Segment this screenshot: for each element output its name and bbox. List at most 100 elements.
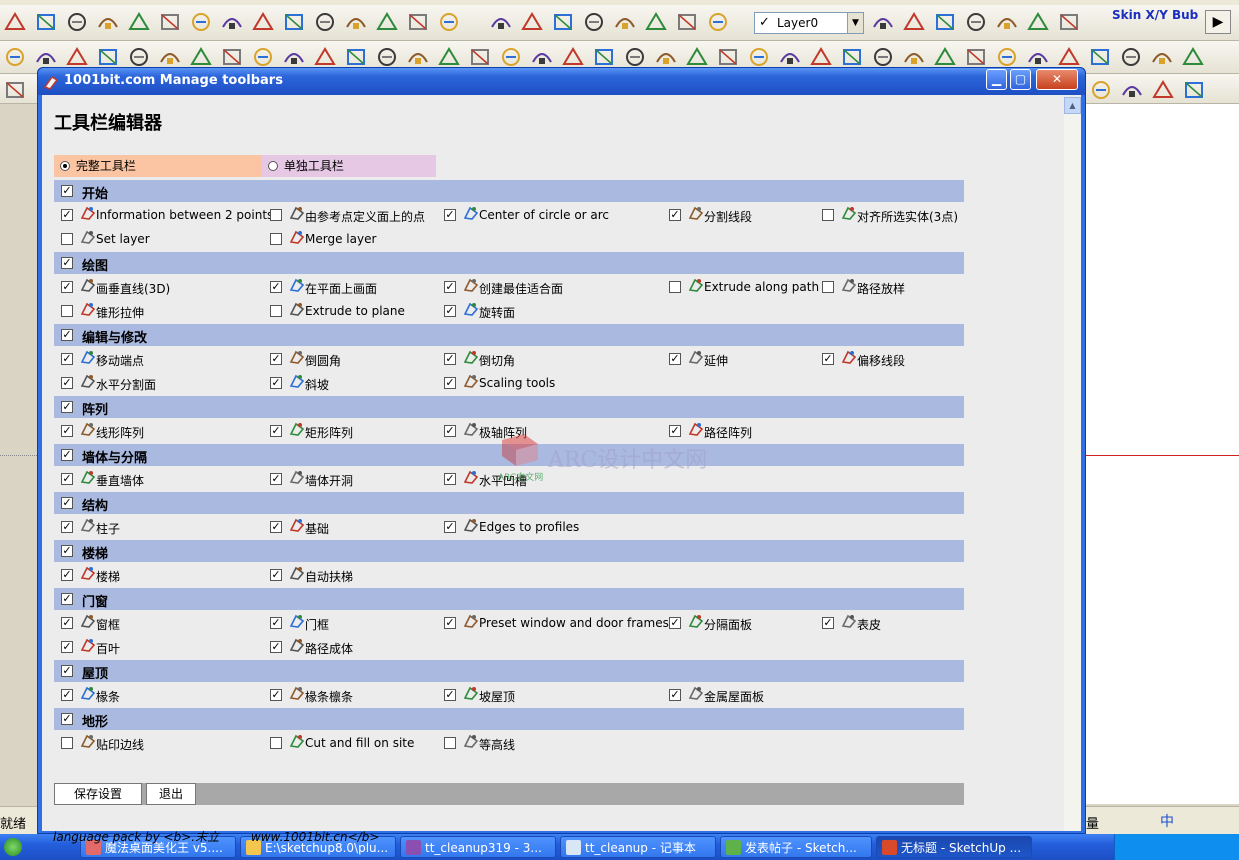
taskbar-task[interactable]: tt_cleanup319 - 3...: [400, 836, 556, 858]
toolbar-option-checkbox[interactable]: ✓: [669, 209, 681, 221]
toolbar-tool-icon[interactable]: [643, 9, 669, 35]
category-checkbox[interactable]: ✓: [61, 665, 73, 677]
toolbar-option-checkbox[interactable]: ✓: [270, 617, 282, 629]
toolbar-tool-icon[interactable]: [250, 9, 276, 35]
layer-dropdown[interactable]: ✓ Layer0 ▼: [754, 12, 864, 34]
radio-full-toolbar[interactable]: [60, 161, 70, 171]
toolbar-option-checkbox[interactable]: ✓: [61, 281, 73, 293]
toolbar-tool-icon[interactable]: [374, 9, 400, 35]
maximize-button[interactable]: ▢: [1010, 69, 1031, 90]
toolbar-option-checkbox[interactable]: ✓: [61, 617, 73, 629]
toolbar-option-checkbox[interactable]: ✓: [61, 425, 73, 437]
toolbar-tool-icon[interactable]: [963, 9, 989, 35]
scroll-up-icon[interactable]: ▲: [1064, 97, 1081, 114]
toolbar-option-checkbox[interactable]: ✓: [444, 473, 456, 485]
toolbar-option-checkbox[interactable]: ✓: [61, 689, 73, 701]
toolbar-tool-icon[interactable]: [188, 9, 214, 35]
toolbar-tool-icon[interactable]: [870, 9, 896, 35]
toolbar-tool-icon[interactable]: [1119, 77, 1145, 103]
toolbar-tool-icon[interactable]: [312, 9, 338, 35]
toolbar-tool-icon[interactable]: [2, 9, 28, 35]
save-settings-button[interactable]: 保存设置: [54, 783, 142, 805]
ime-indicator[interactable]: 中: [1160, 811, 1174, 831]
toolbar-tool-icon[interactable]: [488, 9, 514, 35]
taskbar-task[interactable]: 无标题 - SketchUp ...: [876, 836, 1032, 858]
exit-button[interactable]: 退出: [146, 783, 196, 805]
toolbar-option-checkbox[interactable]: [270, 737, 282, 749]
toolbar-option-checkbox[interactable]: [61, 233, 73, 245]
toolbar-tool-icon[interactable]: [64, 9, 90, 35]
toolbar-option-checkbox[interactable]: ✓: [270, 353, 282, 365]
toolbar-tool-icon[interactable]: [95, 9, 121, 35]
tab-single-toolbar[interactable]: 单独工具栏: [262, 155, 436, 177]
toolbar-tool-icon[interactable]: [901, 9, 927, 35]
toolbar-option-checkbox[interactable]: ✓: [822, 353, 834, 365]
category-checkbox[interactable]: ✓: [61, 593, 73, 605]
toolbar-option-checkbox[interactable]: [61, 305, 73, 317]
toolbar-option-checkbox[interactable]: ✓: [270, 425, 282, 437]
toolbar-option-checkbox[interactable]: ✓: [270, 281, 282, 293]
toolbar-tool-icon[interactable]: [1088, 77, 1114, 103]
toolbar-tool-icon[interactable]: [343, 9, 369, 35]
toolbar-tool-icon[interactable]: [219, 9, 245, 35]
skin-xyz-toolbar[interactable]: Skin X/Y Bub: [1112, 8, 1198, 22]
toolbar-option-checkbox[interactable]: ✓: [822, 617, 834, 629]
toolbar-tool-icon[interactable]: [1025, 9, 1051, 35]
toolbar-option-checkbox[interactable]: ✓: [61, 641, 73, 653]
tab-full-toolbar[interactable]: 完整工具栏: [54, 155, 262, 177]
toolbar-tool-icon[interactable]: [519, 9, 545, 35]
toolbar-option-checkbox[interactable]: ✓: [270, 689, 282, 701]
toolbar-tool-icon[interactable]: [1056, 9, 1082, 35]
toolbar-tool-icon[interactable]: [1149, 44, 1175, 70]
toolbar-tool-icon[interactable]: [1087, 44, 1113, 70]
toolbar-tool-icon[interactable]: [674, 9, 700, 35]
toolbar-option-checkbox[interactable]: ✓: [270, 569, 282, 581]
toolbar-tool-icon[interactable]: [405, 9, 431, 35]
toolbar-option-checkbox[interactable]: ✓: [669, 617, 681, 629]
toolbar-tool-icon[interactable]: [705, 9, 731, 35]
toolbar-option-checkbox[interactable]: ✓: [444, 425, 456, 437]
category-checkbox[interactable]: ✓: [61, 713, 73, 725]
toolbar-option-checkbox[interactable]: ✓: [61, 521, 73, 533]
category-checkbox[interactable]: ✓: [61, 185, 73, 197]
toolbar-tool-icon[interactable]: [932, 9, 958, 35]
chevron-down-icon[interactable]: ▼: [847, 13, 863, 33]
toolbar-option-checkbox[interactable]: ✓: [669, 689, 681, 701]
start-button[interactable]: [4, 838, 22, 856]
toolbar-option-checkbox[interactable]: ✓: [270, 473, 282, 485]
toolbar-tool-icon[interactable]: [2, 77, 28, 103]
toolbar-tool-icon[interactable]: [126, 9, 152, 35]
taskbar-task[interactable]: tt_cleanup - 记事本: [560, 836, 716, 858]
toolbar-tool-icon[interactable]: [1181, 77, 1207, 103]
toolbar-option-checkbox[interactable]: [444, 737, 456, 749]
toolbar-option-checkbox[interactable]: ✓: [270, 377, 282, 389]
toolbar-option-checkbox[interactable]: [270, 233, 282, 245]
window-titlebar[interactable]: 1001bit.com Manage toolbars ▁ ▢ ✕: [38, 68, 1085, 95]
play-icon[interactable]: ▶: [1205, 10, 1231, 34]
toolbar-tool-icon[interactable]: [550, 9, 576, 35]
toolbar-tool-icon[interactable]: [1118, 44, 1144, 70]
toolbar-option-checkbox[interactable]: ✓: [61, 473, 73, 485]
toolbar-option-checkbox[interactable]: ✓: [270, 521, 282, 533]
category-checkbox[interactable]: ✓: [61, 449, 73, 461]
toolbar-tool-icon[interactable]: [1180, 44, 1206, 70]
toolbar-option-checkbox[interactable]: [61, 737, 73, 749]
toolbar-tool-icon[interactable]: [1150, 77, 1176, 103]
toolbar-option-checkbox[interactable]: ✓: [61, 209, 73, 221]
toolbar-option-checkbox[interactable]: [669, 281, 681, 293]
taskbar-task[interactable]: 发表帖子 - Sketch...: [720, 836, 872, 858]
category-checkbox[interactable]: ✓: [61, 329, 73, 341]
toolbar-option-checkbox[interactable]: ✓: [444, 305, 456, 317]
toolbar-tool-icon[interactable]: [612, 9, 638, 35]
toolbar-option-checkbox[interactable]: ✓: [444, 377, 456, 389]
toolbar-option-checkbox[interactable]: ✓: [444, 281, 456, 293]
toolbar-option-checkbox[interactable]: ✓: [669, 425, 681, 437]
toolbar-option-checkbox[interactable]: [822, 209, 834, 221]
toolbar-tool-icon[interactable]: [581, 9, 607, 35]
toolbar-option-checkbox[interactable]: ✓: [61, 353, 73, 365]
toolbar-tool-icon[interactable]: [994, 9, 1020, 35]
toolbar-option-checkbox[interactable]: ✓: [61, 377, 73, 389]
category-checkbox[interactable]: ✓: [61, 545, 73, 557]
toolbar-tool-icon[interactable]: [436, 9, 462, 35]
category-checkbox[interactable]: ✓: [61, 401, 73, 413]
